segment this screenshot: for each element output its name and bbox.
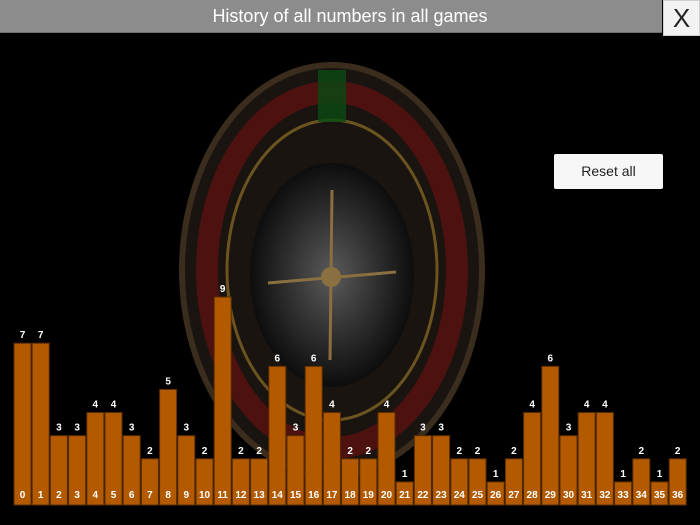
category-label: 26 bbox=[490, 490, 502, 501]
category-label: 17 bbox=[326, 490, 338, 501]
bar-value-label: 3 bbox=[420, 423, 426, 434]
bar-11 bbox=[213, 296, 232, 506]
category-label: 3 bbox=[74, 490, 80, 501]
bar-value-label: 3 bbox=[438, 423, 444, 434]
bar-value-label: 3 bbox=[566, 423, 572, 434]
category-label: 2 bbox=[56, 490, 62, 501]
bar-0 bbox=[13, 342, 32, 506]
category-label: 5 bbox=[111, 490, 117, 501]
category-label: 28 bbox=[527, 490, 539, 501]
bar-value-label: 1 bbox=[402, 469, 408, 480]
bar-value-label: 3 bbox=[293, 423, 299, 434]
category-label: 35 bbox=[654, 490, 666, 501]
category-label: 30 bbox=[563, 490, 575, 501]
bar-value-label: 5 bbox=[165, 376, 171, 387]
bar-value-label: 9 bbox=[220, 284, 226, 295]
bar-value-label: 3 bbox=[74, 423, 80, 434]
category-label: 24 bbox=[454, 490, 466, 501]
category-label: 29 bbox=[545, 490, 557, 501]
bar-8 bbox=[159, 388, 178, 506]
bar-value-label: 2 bbox=[457, 446, 463, 457]
bar-value-label: 2 bbox=[475, 446, 481, 457]
category-label: 12 bbox=[235, 490, 247, 501]
bar-value-label: 2 bbox=[202, 446, 208, 457]
category-label: 10 bbox=[199, 490, 211, 501]
bar-value-label: 4 bbox=[329, 400, 335, 411]
category-label: 18 bbox=[345, 490, 357, 501]
category-label: 1 bbox=[38, 490, 44, 501]
bar-value-label: 4 bbox=[529, 400, 535, 411]
bar-value-label: 6 bbox=[311, 353, 317, 364]
bar-value-label: 2 bbox=[147, 446, 153, 457]
bar-value-label: 2 bbox=[675, 446, 681, 457]
bar-16 bbox=[304, 365, 323, 506]
bar-value-label: 1 bbox=[657, 469, 663, 480]
category-label: 9 bbox=[184, 490, 190, 501]
category-label: 7 bbox=[147, 490, 153, 501]
bar-value-label: 2 bbox=[347, 446, 353, 457]
bar-value-label: 7 bbox=[20, 330, 26, 341]
category-label: 11 bbox=[217, 490, 228, 501]
category-label: 4 bbox=[93, 490, 99, 501]
category-label: 31 bbox=[581, 490, 593, 501]
bar-value-label: 1 bbox=[620, 469, 626, 480]
bar-value-label: 4 bbox=[584, 400, 590, 411]
category-label: 34 bbox=[636, 490, 648, 501]
bar-value-label: 3 bbox=[129, 423, 135, 434]
bar-value-label: 3 bbox=[56, 423, 62, 434]
bar-value-label: 2 bbox=[238, 446, 244, 457]
bar-1 bbox=[31, 342, 50, 506]
bar-value-label: 2 bbox=[366, 446, 372, 457]
category-label: 32 bbox=[599, 490, 611, 501]
category-label: 21 bbox=[399, 490, 411, 501]
bar-value-label: 6 bbox=[548, 353, 554, 364]
bar-value-label: 4 bbox=[111, 400, 117, 411]
category-label: 33 bbox=[618, 490, 630, 501]
bar-value-label: 1 bbox=[493, 469, 499, 480]
bar-29 bbox=[541, 365, 560, 506]
bar-value-label: 4 bbox=[384, 400, 390, 411]
category-label: 20 bbox=[381, 490, 393, 501]
category-label: 25 bbox=[472, 490, 484, 501]
bar-value-label: 4 bbox=[93, 400, 99, 411]
category-label: 8 bbox=[165, 490, 171, 501]
category-label: 19 bbox=[363, 490, 375, 501]
bar-value-label: 6 bbox=[275, 353, 281, 364]
category-label: 14 bbox=[272, 490, 284, 501]
bar-value-label: 7 bbox=[38, 330, 44, 341]
bar-14 bbox=[268, 365, 287, 506]
bar-value-label: 2 bbox=[256, 446, 262, 457]
bar-value-label: 4 bbox=[602, 400, 608, 411]
category-label: 15 bbox=[290, 490, 302, 501]
number-history-chart: 7071323344453627583921091121221361431561… bbox=[13, 284, 687, 506]
bar-value-label: 3 bbox=[184, 423, 190, 434]
category-label: 23 bbox=[436, 490, 448, 501]
bar-value-label: 2 bbox=[639, 446, 645, 457]
category-label: 16 bbox=[308, 490, 320, 501]
category-label: 22 bbox=[417, 490, 429, 501]
category-label: 0 bbox=[20, 490, 26, 501]
category-label: 13 bbox=[254, 490, 266, 501]
category-label: 36 bbox=[672, 490, 684, 501]
bar-value-label: 2 bbox=[511, 446, 517, 457]
category-label: 6 bbox=[129, 490, 135, 501]
category-label: 27 bbox=[508, 490, 520, 501]
